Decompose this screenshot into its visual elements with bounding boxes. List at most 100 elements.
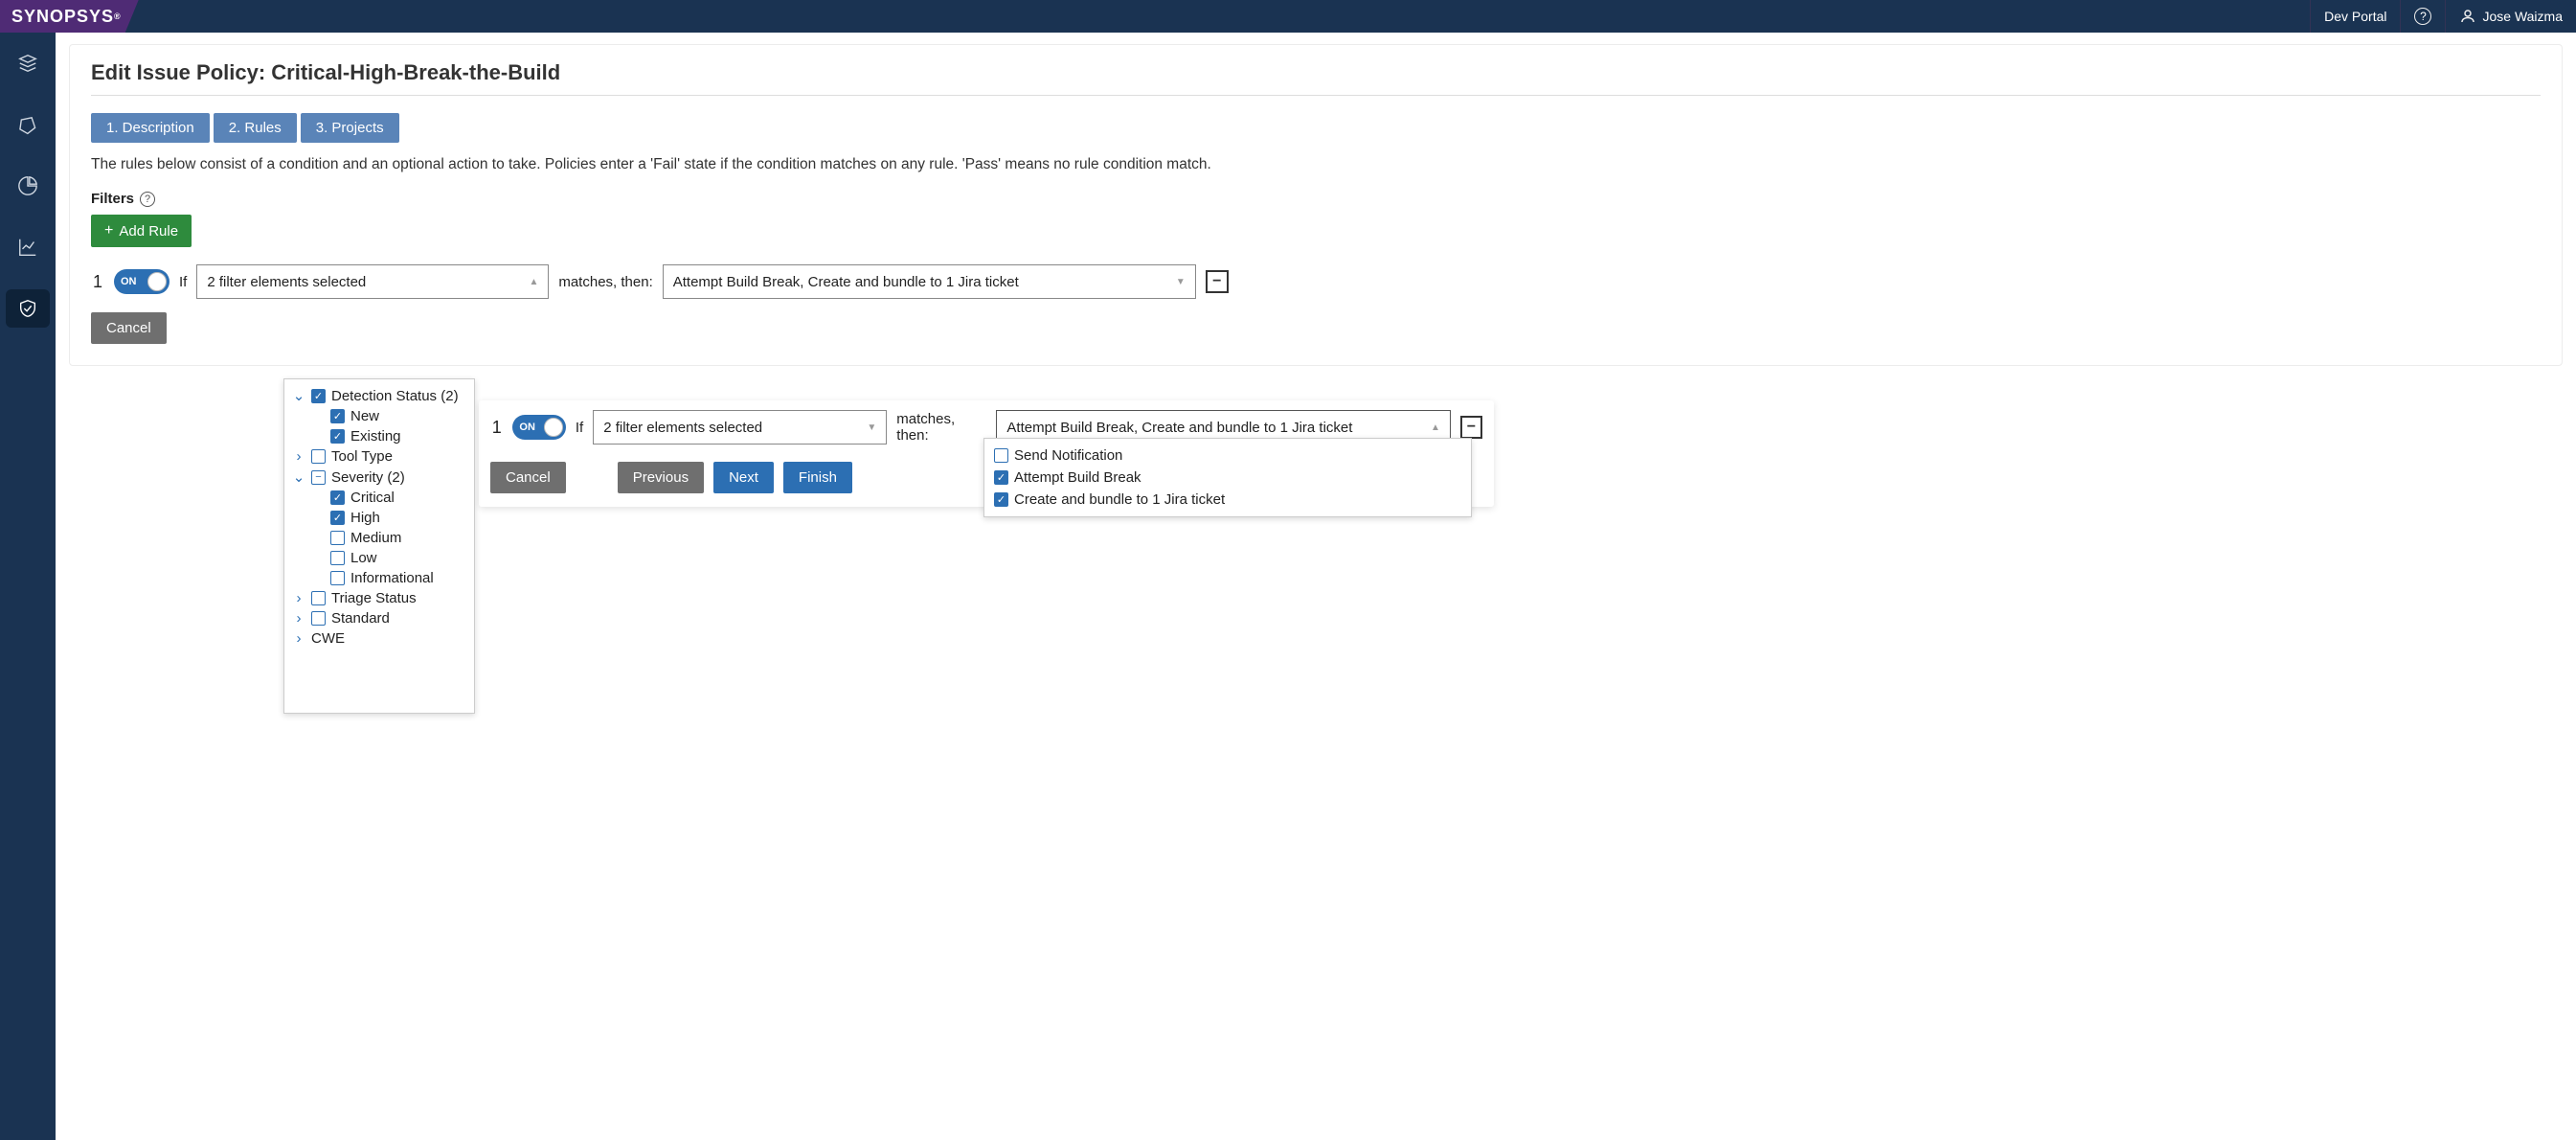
add-rule-button[interactable]: + Add Rule <box>91 215 192 247</box>
tab-description[interactable]: 1. Description <box>91 113 210 143</box>
filter-informational[interactable]: Informational <box>292 568 466 588</box>
cancel-button[interactable]: Cancel <box>490 462 566 493</box>
chevron-down-icon[interactable]: ⌄ <box>292 387 305 404</box>
toggle-label: ON <box>519 422 535 433</box>
filter-cwe[interactable]: › CWE <box>292 628 466 649</box>
sidebar-item-shield[interactable] <box>6 289 50 328</box>
action-jira-ticket[interactable]: ✓ Create and bundle to 1 Jira ticket <box>994 489 1461 511</box>
checkbox-empty-icon[interactable] <box>311 611 326 626</box>
filter-triage-status[interactable]: › Triage Status <box>292 588 466 608</box>
remove-rule-button[interactable]: − <box>1460 416 1482 439</box>
chevron-right-icon[interactable]: › <box>292 630 305 647</box>
filter-label: Critical <box>350 490 395 506</box>
tab-rules[interactable]: 2. Rules <box>214 113 297 143</box>
action-select-value: Attempt Build Break, Create and bundle t… <box>1006 420 1352 436</box>
toggle-knob <box>544 418 563 437</box>
checkbox-indeterminate-icon[interactable]: − <box>311 470 326 485</box>
checkbox-checked-icon[interactable]: ✓ <box>994 470 1008 485</box>
filter-label: New <box>350 408 379 424</box>
filter-label: High <box>350 510 380 526</box>
sidebar-item-tag[interactable] <box>6 105 50 144</box>
next-button[interactable]: Next <box>713 462 774 493</box>
chevron-down-icon: ▼ <box>1176 277 1186 287</box>
filter-label: Existing <box>350 428 401 445</box>
filter-detection-status[interactable]: ⌄ ✓ Detection Status (2) <box>292 385 466 406</box>
dev-portal-label: Dev Portal <box>2324 9 2386 24</box>
chevron-right-icon[interactable]: › <box>292 590 305 606</box>
action-label: Create and bundle to 1 Jira ticket <box>1014 491 1225 508</box>
tab-projects[interactable]: 3. Projects <box>301 113 399 143</box>
filters-header: Filters ? <box>91 191 2541 207</box>
sidebar-item-chart[interactable] <box>6 228 50 266</box>
toggle-label: ON <box>121 276 137 287</box>
sidebar-item-pie[interactable] <box>6 167 50 205</box>
filter-existing[interactable]: ✓ Existing <box>292 426 466 446</box>
checkbox-empty-icon[interactable] <box>330 531 345 545</box>
filter-select-value: 2 filter elements selected <box>603 420 762 436</box>
brand-reg: ® <box>114 11 122 21</box>
checkbox-checked-icon[interactable]: ✓ <box>330 409 345 423</box>
previous-button[interactable]: Previous <box>618 462 704 493</box>
sidebar-item-stack[interactable] <box>6 44 50 82</box>
checkbox-checked-icon[interactable]: ✓ <box>330 490 345 505</box>
brand-wrap: SYNOPSYS® <box>0 0 139 33</box>
filters-help-icon[interactable]: ? <box>140 192 155 207</box>
filter-medium[interactable]: Medium <box>292 528 466 548</box>
rule-toggle[interactable]: ON <box>512 415 565 440</box>
checkbox-checked-icon[interactable]: ✓ <box>330 511 345 525</box>
filter-label: Tool Type <box>331 448 393 465</box>
filter-severity[interactable]: ⌄ − Severity (2) <box>292 467 466 488</box>
tabs: 1. Description 2. Rules 3. Projects <box>91 113 2541 143</box>
filter-high[interactable]: ✓ High <box>292 508 466 528</box>
filter-label: Low <box>350 550 377 566</box>
user-menu[interactable]: Jose Waizma <box>2445 0 2576 33</box>
checkbox-empty-icon[interactable] <box>330 551 345 565</box>
sidebar <box>0 33 56 1140</box>
dev-portal-link[interactable]: Dev Portal <box>2310 0 2400 33</box>
if-label: If <box>576 420 583 436</box>
chevron-up-icon: ▲ <box>1431 422 1440 433</box>
action-send-notification[interactable]: Send Notification <box>994 445 1461 467</box>
toggle-knob <box>147 272 167 291</box>
checkbox-empty-icon[interactable] <box>311 591 326 605</box>
filter-new[interactable]: ✓ New <box>292 406 466 426</box>
if-label: If <box>179 274 187 290</box>
checkbox-empty-icon[interactable] <box>330 571 345 585</box>
matches-label: matches, then: <box>896 411 986 444</box>
add-rule-label: Add Rule <box>119 223 178 239</box>
filter-label: Standard <box>331 610 390 627</box>
help-button[interactable]: ? <box>2400 0 2445 33</box>
finish-button[interactable]: Finish <box>783 462 852 493</box>
rules-description: The rules below consist of a condition a… <box>91 156 2541 173</box>
brand-logo: SYNOPSYS® <box>0 0 139 33</box>
filter-select[interactable]: 2 filter elements selected ▼ <box>593 410 887 445</box>
filter-label: Severity (2) <box>331 469 405 486</box>
filter-label: Triage Status <box>331 590 417 606</box>
user-icon <box>2459 8 2476 25</box>
checkbox-checked-icon[interactable]: ✓ <box>994 492 1008 507</box>
filter-select-value: 2 filter elements selected <box>207 274 366 290</box>
chevron-right-icon[interactable]: › <box>292 610 305 627</box>
remove-rule-button[interactable]: − <box>1206 270 1229 293</box>
rule-number: 1 <box>490 418 503 438</box>
action-label: Attempt Build Break <box>1014 469 1141 486</box>
rule-row-1: 1 ON If 2 filter elements selected ▲ mat… <box>91 264 2541 299</box>
cancel-button[interactable]: Cancel <box>91 312 167 344</box>
chevron-right-icon[interactable]: › <box>292 448 305 465</box>
rule-number: 1 <box>91 272 104 292</box>
checkbox-checked-icon[interactable]: ✓ <box>330 429 345 444</box>
filter-low[interactable]: Low <box>292 548 466 568</box>
checkbox-empty-icon[interactable] <box>994 448 1008 463</box>
checkbox-checked-icon[interactable]: ✓ <box>311 389 326 403</box>
filter-critical[interactable]: ✓ Critical <box>292 488 466 508</box>
rule-toggle[interactable]: ON <box>114 269 169 294</box>
checkbox-empty-icon[interactable] <box>311 449 326 464</box>
filter-standard[interactable]: › Standard <box>292 608 466 628</box>
filter-tool-type[interactable]: › Tool Type <box>292 446 466 467</box>
chevron-down-icon[interactable]: ⌄ <box>292 468 305 486</box>
matches-label: matches, then: <box>558 274 652 290</box>
action-attempt-build-break[interactable]: ✓ Attempt Build Break <box>994 467 1461 489</box>
action-select[interactable]: Attempt Build Break, Create and bundle t… <box>663 264 1196 299</box>
filter-select[interactable]: 2 filter elements selected ▲ <box>196 264 549 299</box>
filters-label: Filters <box>91 191 134 207</box>
